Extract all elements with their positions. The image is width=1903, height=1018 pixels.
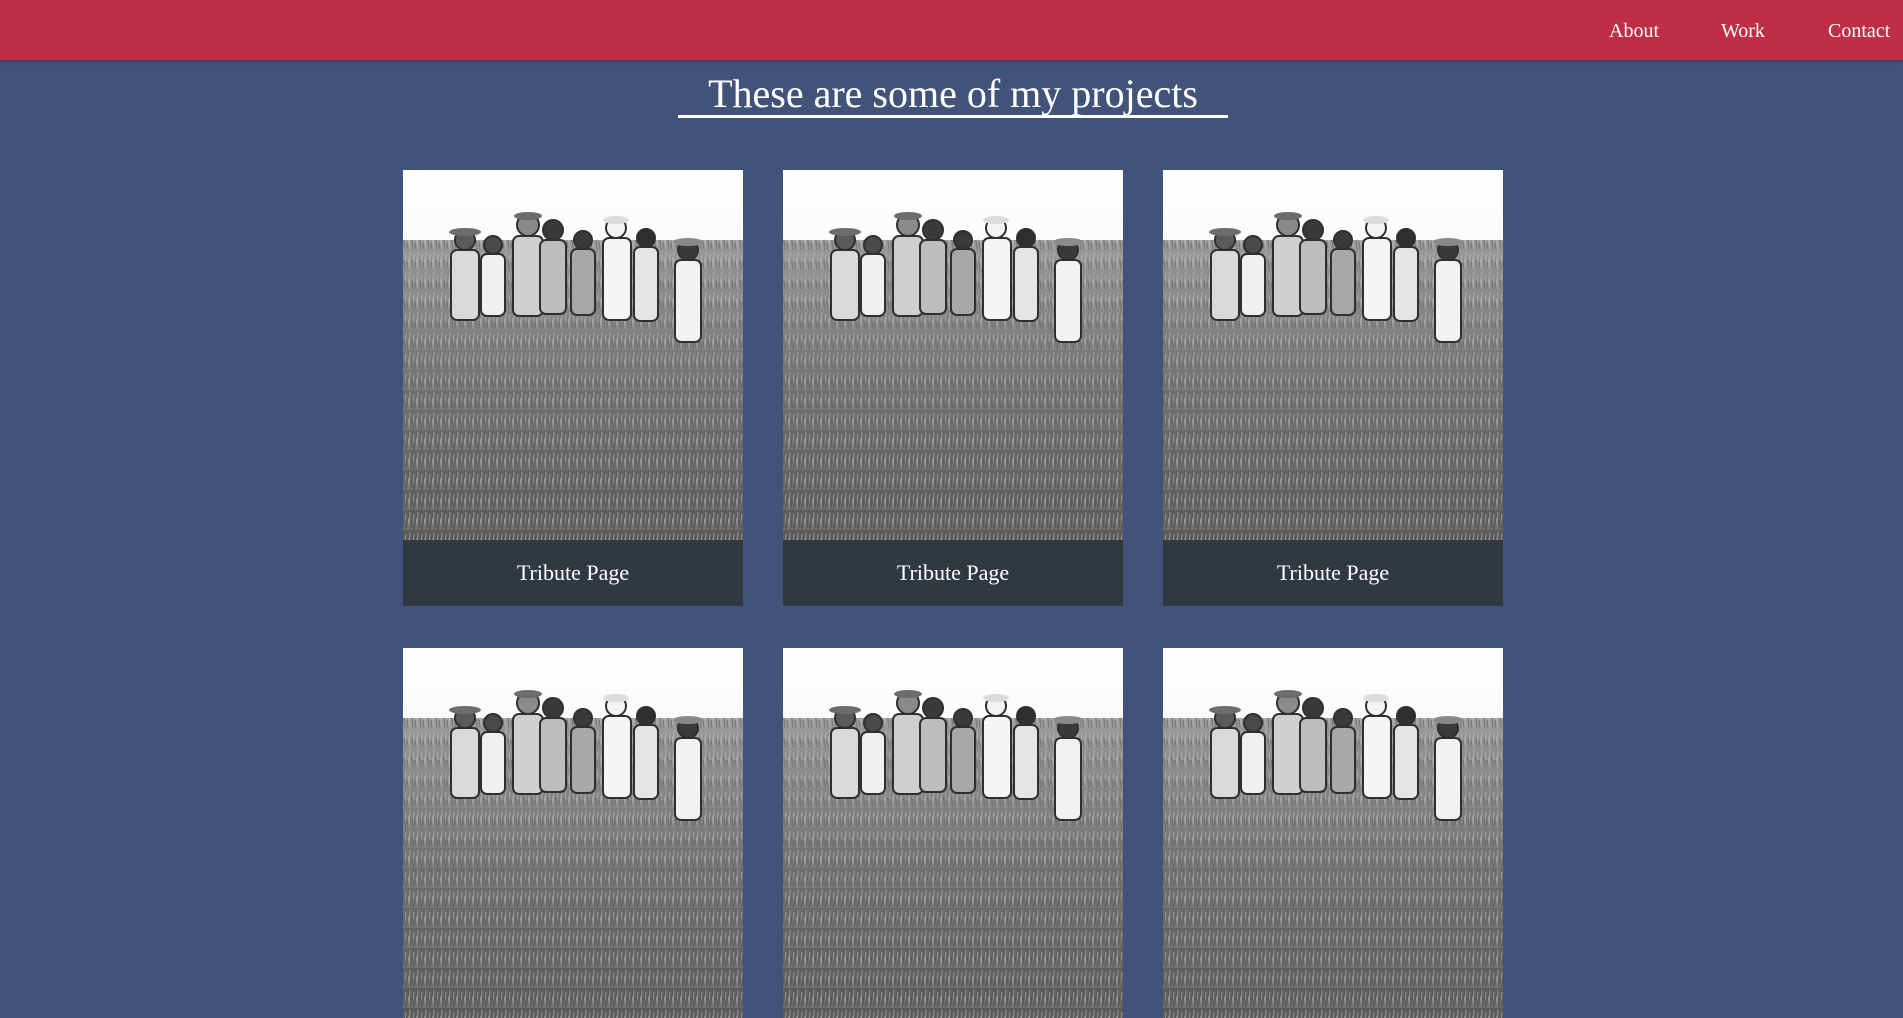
navbar: About Work Contact	[0, 0, 1903, 60]
project-image	[783, 170, 1123, 540]
project-tile[interactable]: Tribute Page	[1163, 170, 1503, 606]
project-image	[403, 170, 743, 540]
project-tile[interactable]	[1163, 648, 1503, 1018]
nav-link-work[interactable]: Work	[1721, 19, 1765, 43]
project-tile[interactable]: Tribute Page	[783, 170, 1123, 606]
project-title: Tribute Page	[1163, 540, 1503, 606]
project-image	[1163, 648, 1503, 1018]
project-image	[783, 648, 1123, 1018]
project-tile[interactable]: Tribute Page	[403, 170, 743, 606]
project-title: Tribute Page	[403, 540, 743, 606]
nav-link-contact[interactable]: Contact	[1828, 19, 1890, 43]
project-image	[403, 648, 743, 1018]
projects-section-title: These are some of my projects	[678, 66, 1228, 118]
project-tile[interactable]	[403, 648, 743, 1018]
project-image	[1163, 170, 1503, 540]
project-tile[interactable]	[783, 648, 1123, 1018]
project-title: Tribute Page	[783, 540, 1123, 606]
nav-link-about[interactable]: About	[1609, 19, 1659, 43]
